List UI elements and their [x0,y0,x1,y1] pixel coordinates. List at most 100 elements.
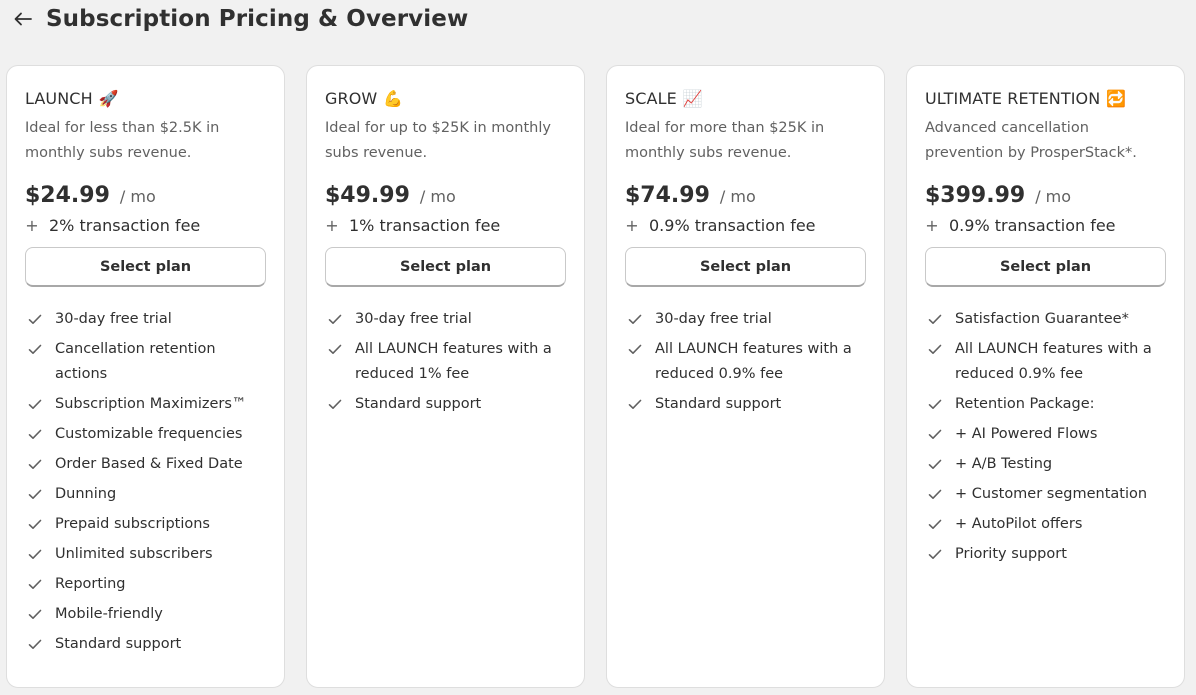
feature-text: Subscription Maximizers™ [55,396,247,412]
checkmark-icon [325,392,345,417]
plan-description: Ideal for up to $25K in monthly subs rev… [325,120,551,161]
feature-text: Priority support [955,546,1067,562]
feature-item: Dunning [25,482,266,507]
feature-list: 30-day free trial Cancellation retention … [25,307,266,657]
feature-item: + AI Powered Flows [925,422,1166,447]
checkmark-icon [625,392,645,417]
checkmark-icon [25,392,45,417]
select-plan-button-launch[interactable]: Select plan [25,247,266,287]
transaction-fee: +0.9% transaction fee [925,212,1166,238]
feature-text: + AutoPilot offers [955,516,1083,532]
checkmark-icon [25,572,45,597]
checkmark-icon [25,452,45,477]
plan-emoji-icon: 📈 [682,88,703,108]
feature-item: Satisfaction Guarantee* [925,307,1166,332]
checkmark-icon [25,602,45,627]
feature-text: Dunning [55,486,117,502]
select-plan-button-ultimate-retention[interactable]: Select plan [925,247,1166,287]
feature-text: Prepaid subscriptions [55,516,210,532]
feature-item: 30-day free trial [625,307,866,332]
plan-price: $74.99 [625,183,710,208]
checkmark-icon [325,307,345,332]
feature-item: All LAUNCH features with a reduced 0.9% … [625,337,866,387]
transaction-fee-text: 0.9% transaction fee [949,215,1116,235]
feature-list: Satisfaction Guarantee* All LAUNCH featur… [925,307,1166,567]
pricing-page: Subscription Pricing & Overview LAUNCH 🚀 I… [0,0,1196,695]
plan-name-label: SCALE [625,88,677,108]
plus-icon: + [625,215,639,235]
feature-item: All LAUNCH features with a reduced 1% fe… [325,337,566,387]
feature-item: + AutoPilot offers [925,512,1166,537]
feature-item: Prepaid subscriptions [25,512,266,537]
price-period: / mo [119,187,156,206]
feature-item: 30-day free trial [325,307,566,332]
plan-emoji-icon: 🔁 [1106,88,1127,108]
feature-item: Unlimited subscribers [25,542,266,567]
checkmark-icon [925,307,945,332]
feature-item: Subscription Maximizers™ [25,392,266,417]
feature-text: Standard support [355,396,482,412]
checkmark-icon [25,512,45,537]
feature-item: Cancellation retention actions [25,337,266,387]
feature-text: Customizable frequencies [55,426,243,442]
checkmark-icon [625,307,645,332]
plus-icon: + [925,215,939,235]
feature-item: Standard support [325,392,566,417]
checkmark-icon [925,392,945,417]
plan-name: LAUNCH 🚀 [25,87,266,109]
feature-text: Mobile-friendly [55,606,163,622]
feature-text: Reporting [55,576,126,592]
price-period: / mo [1035,187,1072,206]
plan-name-label: ULTIMATE RETENTION [925,88,1101,108]
arrow-left-icon[interactable] [12,8,34,30]
plan-name: ULTIMATE RETENTION 🔁 [925,87,1166,109]
transaction-fee-text: 0.9% transaction fee [649,215,816,235]
plan-description: Ideal for less than $2.5K in monthly sub… [25,120,220,161]
plan-description: Ideal for more than $25K in monthly subs… [625,120,825,161]
feature-text: Cancellation retention actions [55,341,216,382]
feature-item: Standard support [25,632,266,657]
price-row: $24.99 / mo [25,183,266,215]
price-row: $49.99 / mo [325,183,566,215]
plan-cards: LAUNCH 🚀 Ideal for less than $2.5K in mont… [6,65,1185,688]
feature-text: + A/B Testing [955,456,1053,472]
checkmark-icon [25,542,45,567]
feature-text: + Customer segmentation [955,486,1148,502]
feature-text: Order Based & Fixed Date [55,456,243,472]
feature-item: + A/B Testing [925,452,1166,477]
plan-card-grow: GROW 💪 Ideal for up to $25K in monthly sub… [306,65,585,688]
feature-text: Standard support [655,396,782,412]
feature-text: 30-day free trial [655,311,772,327]
plan-name: GROW 💪 [325,87,566,109]
price-row: $399.99 / mo [925,183,1166,215]
feature-item: All LAUNCH features with a reduced 0.9% … [925,337,1166,387]
feature-item: Standard support [625,392,866,417]
feature-item: Reporting [25,572,266,597]
plan-name-label: GROW [325,88,378,108]
feature-item: Mobile-friendly [25,602,266,627]
feature-text: 30-day free trial [55,311,172,327]
checkmark-icon [925,337,945,362]
plus-icon: + [25,215,39,235]
transaction-fee: +2% transaction fee [25,212,266,238]
checkmark-icon [25,632,45,657]
transaction-fee-text: 2% transaction fee [49,215,201,235]
feature-item: 30-day free trial [25,307,266,332]
feature-text: Satisfaction Guarantee* [955,311,1129,327]
plan-card-ultimate-retention: ULTIMATE RETENTION 🔁 Advanced cancellation… [906,65,1185,688]
select-plan-button-scale[interactable]: Select plan [625,247,866,287]
plan-price: $399.99 [925,183,1026,208]
plan-emoji-icon: 🚀 [98,88,119,108]
feature-text: All LAUNCH features with a reduced 0.9% … [655,341,852,382]
checkmark-icon [925,542,945,567]
checkmark-icon [25,482,45,507]
select-plan-button-grow[interactable]: Select plan [325,247,566,287]
transaction-fee: +1% transaction fee [325,212,566,238]
feature-text: All LAUNCH features with a reduced 1% fe… [355,341,552,382]
feature-text: Retention Package: [955,396,1095,412]
feature-item: Priority support [925,542,1166,567]
feature-item: Customizable frequencies [25,422,266,447]
checkmark-icon [25,422,45,447]
page-header: Subscription Pricing & Overview [12,0,468,38]
plan-name-label: LAUNCH [25,88,93,108]
